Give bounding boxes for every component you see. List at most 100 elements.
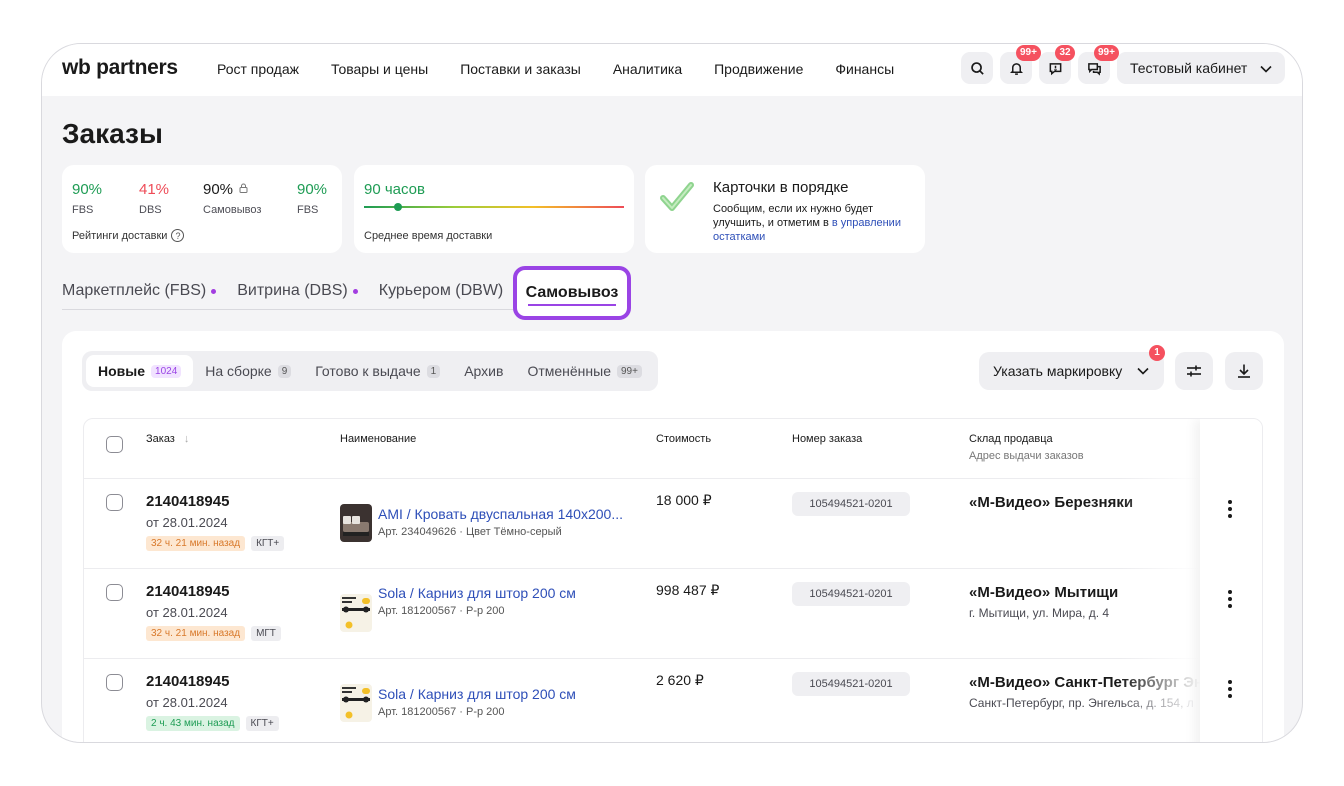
count-badge: 9 [277, 364, 292, 378]
row-checkbox[interactable] [106, 674, 123, 691]
search-icon [970, 61, 984, 75]
time-tag: 32 ч. 21 мин. назад [146, 626, 246, 641]
feedback-icon [1049, 62, 1061, 75]
search-button[interactable] [961, 52, 993, 84]
product-link[interactable]: Sola / Карниз для штор 200 см [378, 686, 576, 702]
product-link[interactable]: AMI / Кровать двуспальная 140x200... [378, 506, 623, 522]
order-price: 18 000 ₽ [656, 492, 712, 508]
orders-panel: Новые 1024 На сборке 9 Готово к выдаче 1 Ар… [62, 331, 1284, 742]
status-tab-new[interactable]: Новые 1024 [86, 355, 194, 387]
chat-button[interactable]: 99+ [1078, 45, 1119, 84]
select-all-checkbox[interactable] [106, 436, 123, 453]
status-tab-assembly[interactable]: На сборке 9 [193, 355, 303, 387]
table-header: Заказ ↓ Наименование Стоимость Номер зак… [84, 419, 1262, 479]
sliders-icon [1187, 365, 1201, 377]
time-tag: 2 ч. 43 мин. назад [146, 716, 240, 731]
product-article: Арт. 234049626 · Цвет Тёмно-серый [378, 526, 562, 538]
table-row[interactable]: 2140418945 от 28.01.2024 2 ч. 43 мин. на… [84, 659, 1262, 742]
order-tags: 2 ч. 43 мин. назад КГТ+ [146, 716, 279, 731]
column-order[interactable]: Заказ ↓ [146, 433, 189, 445]
nav-item-goods[interactable]: Товары и цены [331, 61, 428, 77]
mark-labeling-button[interactable]: Указать маркировку 1 [979, 345, 1165, 390]
count-badge: 1 [426, 364, 441, 378]
cards-status-title: Карточки в порядке [713, 179, 849, 196]
main-nav: Рост продаж Товары и цены Поставки и зак… [217, 61, 894, 77]
chevron-down-icon [1260, 65, 1272, 73]
filter-button[interactable] [1175, 352, 1213, 390]
checkmark-icon [660, 182, 694, 211]
delivery-time-marker [393, 203, 402, 211]
more-actions-icon[interactable] [1220, 589, 1240, 609]
cards-status-card: Карточки в порядке Сообщим, если их нужн… [645, 165, 925, 253]
type-tag: КГТ+ [251, 536, 285, 551]
account-selector[interactable]: Тестовый кабинет [1117, 52, 1285, 84]
nav-item-analytics[interactable]: Аналитика [613, 61, 682, 77]
order-id: 2140418945 [146, 673, 230, 690]
nav-item-finance[interactable]: Финансы [835, 61, 894, 77]
account-name: Тестовый кабинет [1130, 60, 1248, 76]
nav-item-supplies[interactable]: Поставки и заказы [460, 61, 581, 77]
rating-pickup: 90% Самовывоз [203, 181, 262, 216]
status-tab-cancelled[interactable]: Отменённые 99+ [515, 355, 654, 387]
delivery-time-label: Среднее время доставки [364, 230, 493, 242]
tab-indicator-dot [352, 288, 358, 294]
delivery-time-scale [364, 203, 624, 211]
order-date: от 28.01.2024 [146, 695, 228, 710]
product-thumbnail [340, 684, 372, 722]
row-checkbox[interactable] [106, 584, 123, 601]
order-number[interactable]: 105494521-0201 [792, 672, 910, 696]
nav-item-promotion[interactable]: Продвижение [714, 61, 803, 77]
delivery-time-card: 90 часов Среднее время доставки [354, 165, 634, 253]
notifications-button[interactable]: 99+ [1000, 45, 1041, 84]
column-cost: Стоимость [656, 433, 712, 445]
help-icon[interactable]: ? [171, 229, 185, 242]
warehouse-address: г. Мытищи, ул. Мира, д. 4 [969, 606, 1110, 620]
cards-status-text: Сообщим, если их нужно будет улучшить, и… [713, 203, 901, 243]
order-number[interactable]: 105494521-0201 [792, 582, 910, 606]
product-link[interactable]: Sola / Карниз для штор 200 см [378, 585, 576, 601]
tab-pickup[interactable]: Самовывоз [513, 266, 631, 320]
tab-dbs[interactable]: Витрина (DBS) [237, 282, 358, 300]
row-checkbox[interactable] [106, 494, 123, 511]
nav-item-growth[interactable]: Рост продаж [217, 61, 299, 77]
column-name: Наименование [340, 433, 417, 445]
table-row[interactable]: 2140418945 от 28.01.2024 32 ч. 21 мин. н… [84, 569, 1262, 659]
lock-icon [239, 183, 248, 193]
table-row[interactable]: 2140418945 от 28.01.2024 32 ч. 21 мин. н… [84, 479, 1262, 569]
app-window: wb partners Рост продаж Товары и цены По… [41, 43, 1303, 743]
time-tag: 32 ч. 21 мин. назад [146, 536, 246, 551]
page-title: Заказы [62, 118, 163, 149]
status-tab-archive[interactable]: Архив [452, 355, 515, 387]
warehouse-name: «М-Видео» Мытищи [969, 584, 1119, 601]
column-order-number: Номер заказа [792, 433, 863, 445]
warehouse-name: «М-Видео» Березняки [969, 494, 1134, 511]
rating-dbs: 41% DBS [139, 181, 170, 216]
count-badge: 1024 [151, 364, 182, 378]
active-tab-underline [528, 304, 616, 306]
status-tab-ready[interactable]: Готово к выдаче 1 [303, 355, 452, 387]
order-price: 998 487 ₽ [656, 582, 720, 598]
ratings-footer: Рейтинги доставки ? [72, 229, 185, 242]
bell-icon [1009, 62, 1023, 75]
order-number[interactable]: 105494521-0201 [792, 492, 910, 516]
logo[interactable]: wb partners [62, 56, 178, 80]
product-thumbnail [340, 594, 372, 632]
chat-badge: 99+ [1094, 45, 1119, 61]
chevron-down-icon [1137, 367, 1149, 375]
type-tag: КГТ+ [245, 716, 279, 731]
more-actions-icon[interactable] [1220, 679, 1240, 699]
warehouse-address: Санкт-Петербург, пр. Энгельса, д. 154, л [969, 696, 1194, 710]
status-tabs: Новые 1024 На сборке 9 Готово к выдаче 1 Ар… [82, 351, 658, 391]
sort-arrow-icon: ↓ [183, 433, 190, 445]
top-bar: wb partners Рост продаж Товары и цены По… [42, 44, 1302, 96]
tab-dbw[interactable]: Курьером (DBW) [379, 282, 504, 300]
product-thumbnail [340, 504, 372, 542]
more-actions-icon[interactable] [1220, 499, 1240, 519]
mark-badge: 1 [1149, 345, 1165, 361]
order-id: 2140418945 [146, 493, 230, 510]
download-button[interactable] [1225, 352, 1263, 390]
feedback-button[interactable]: 32 [1039, 45, 1075, 84]
type-tag: МГТ [251, 626, 281, 641]
tab-fbs[interactable]: Маркетплейс (FBS) [62, 282, 217, 300]
orders-table: Заказ ↓ Наименование Стоимость Номер зак… [83, 418, 1263, 742]
